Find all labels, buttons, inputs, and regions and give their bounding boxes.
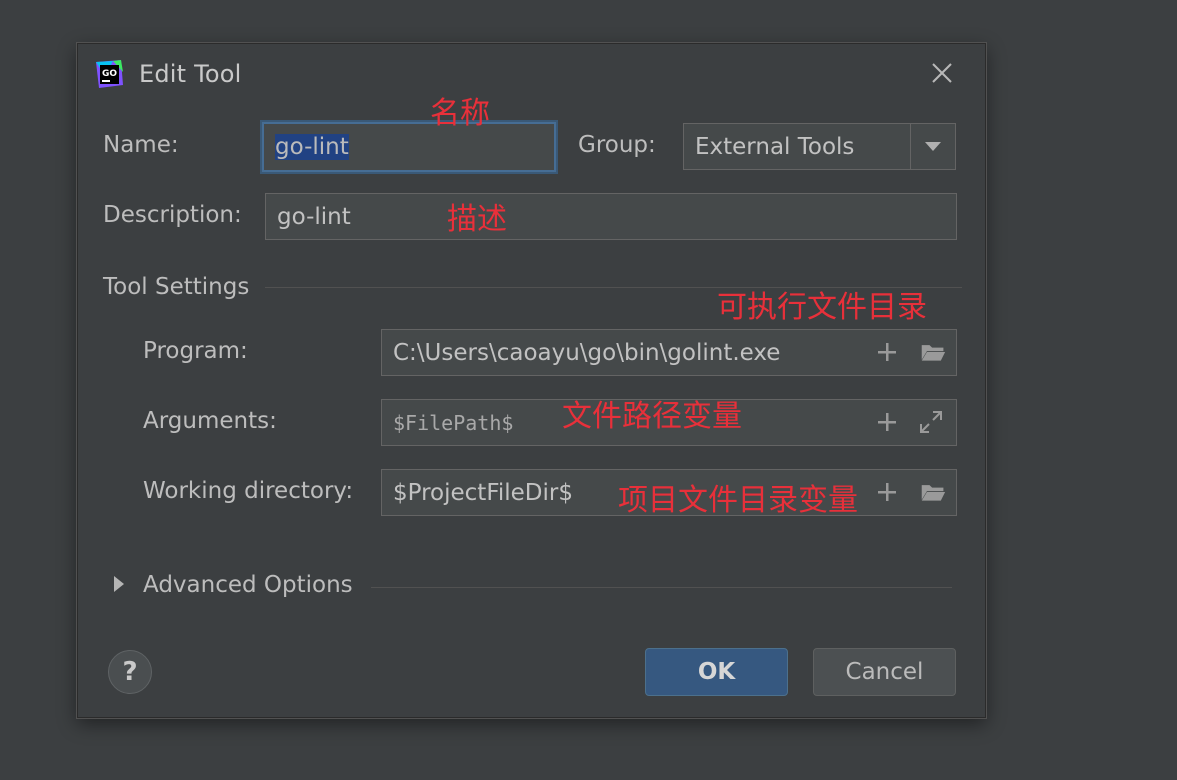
- description-label: Description:: [103, 202, 242, 228]
- plus-icon[interactable]: [874, 479, 900, 505]
- folder-icon[interactable]: [920, 339, 946, 365]
- group-combobox[interactable]: External Tools: [683, 123, 956, 170]
- working-directory-value: $ProjectFileDir$: [393, 479, 574, 506]
- name-value: go-lint: [275, 134, 349, 160]
- arguments-label: Arguments:: [143, 408, 277, 434]
- tool-settings-title: Tool Settings: [103, 274, 250, 300]
- close-icon[interactable]: [929, 60, 955, 86]
- goland-icon: GO: [96, 60, 123, 88]
- advanced-options-toggle[interactable]: Advanced Options: [143, 572, 353, 598]
- program-input[interactable]: C:\Users\caoayu\go\bin\golint.exe: [381, 329, 957, 376]
- name-input[interactable]: go-lint: [262, 122, 556, 172]
- plus-icon[interactable]: [874, 409, 900, 435]
- name-label: Name:: [103, 132, 179, 158]
- description-input[interactable]: go-lint: [265, 193, 957, 240]
- folder-icon[interactable]: [920, 479, 946, 505]
- expand-icon[interactable]: [918, 409, 944, 435]
- chevron-right-icon[interactable]: [113, 575, 125, 593]
- description-value: go-lint: [277, 203, 351, 230]
- program-annotation: 可执行文件目录: [717, 290, 927, 325]
- dialog-title: Edit Tool: [139, 60, 242, 88]
- program-value: C:\Users\caoayu\go\bin\golint.exe: [393, 339, 781, 366]
- arguments-annotation: 文件路径变量: [562, 399, 742, 434]
- name-annotation: 名称: [430, 96, 490, 131]
- plus-icon[interactable]: [874, 339, 900, 365]
- ok-button[interactable]: OK: [645, 648, 788, 696]
- arguments-value: $FilePath$: [393, 410, 514, 435]
- program-label: Program:: [143, 338, 248, 364]
- cancel-button[interactable]: Cancel: [813, 648, 956, 696]
- group-label: Group:: [578, 132, 656, 158]
- edit-tool-dialog: GO Edit Tool Name: go-lint 名称 Group: Ext…: [77, 43, 986, 718]
- working-directory-annotation: 项目文件目录变量: [618, 483, 858, 518]
- description-annotation: 描述: [447, 202, 507, 237]
- working-directory-label: Working directory:: [143, 478, 354, 504]
- group-value: External Tools: [695, 133, 855, 160]
- chevron-down-icon[interactable]: [910, 124, 955, 169]
- advanced-divider: [371, 587, 952, 588]
- svg-text:GO: GO: [102, 69, 117, 79]
- help-button[interactable]: ?: [108, 650, 152, 694]
